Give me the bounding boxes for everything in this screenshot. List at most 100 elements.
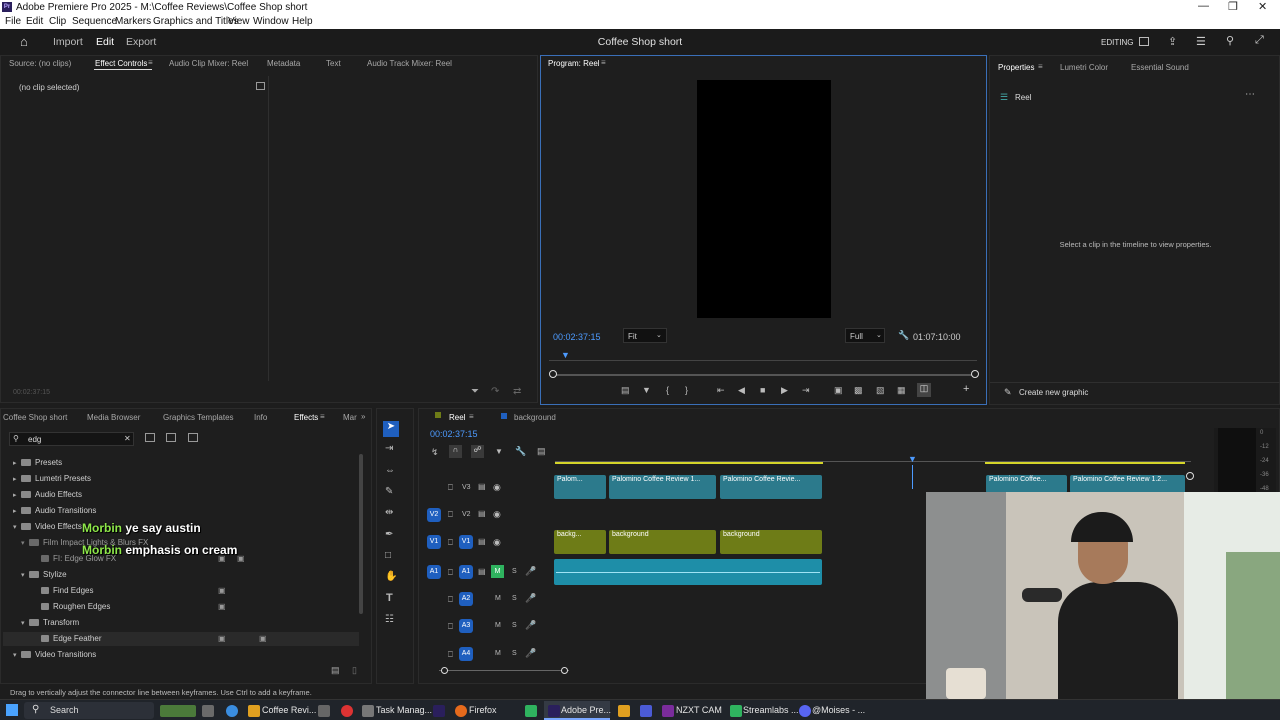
lock-icon[interactable]: ⎕ xyxy=(448,538,453,548)
lock-icon[interactable]: ⎕ xyxy=(448,650,453,660)
tab-metadata[interactable]: Metadata xyxy=(267,59,300,68)
zoom-handle-right[interactable] xyxy=(561,667,568,674)
search-icon[interactable]: ⚲ xyxy=(1226,34,1234,47)
create-new-graphic-button[interactable]: Create new graphic xyxy=(1019,388,1088,397)
clear-search-icon[interactable]: ✕ xyxy=(124,434,131,443)
mic-icon[interactable]: 🎤 xyxy=(525,620,536,631)
zoom-handle-right[interactable] xyxy=(971,370,979,378)
tab-info[interactable]: Info xyxy=(254,413,267,422)
sync-lock-icon[interactable]: ▤ xyxy=(478,509,486,518)
tab-program[interactable]: Program: Reel xyxy=(548,59,600,68)
tab-source[interactable]: Source: (no clips) xyxy=(9,59,71,68)
tab-audio-clip-mixer[interactable]: Audio Clip Mixer: Reel xyxy=(169,59,248,68)
camera-icon[interactable]: ▣ xyxy=(834,385,843,396)
app-icon[interactable] xyxy=(318,705,330,717)
more-tabs-icon[interactable]: » xyxy=(361,412,365,421)
panel-menu-icon[interactable]: ≡ xyxy=(320,412,325,421)
tree-item-audio-transitions[interactable]: ▸ Audio Transitions xyxy=(13,506,96,515)
step-forward-icon[interactable]: ▶ xyxy=(781,385,788,396)
taskbar-item-coffee-reviews[interactable]: Coffee Revi... xyxy=(262,705,316,715)
folder-icon[interactable] xyxy=(248,705,260,717)
tree-item-roughen-edges[interactable]: Roughen Edges xyxy=(41,602,110,611)
solo-button[interactable]: S xyxy=(512,595,517,602)
step-back-icon[interactable]: ◀ xyxy=(738,385,745,396)
export-frame-icon[interactable]: ↷ xyxy=(491,386,499,397)
tab-markers[interactable]: Mar xyxy=(343,413,357,422)
track-label-v1[interactable]: V1 xyxy=(459,535,473,549)
resolution-dropdown[interactable]: Full ⌄ xyxy=(845,328,885,343)
video-preview[interactable] xyxy=(697,80,831,318)
taskbar-item-task-manager[interactable]: Task Manag... xyxy=(376,705,432,715)
accelerated-effects-icon[interactable] xyxy=(145,433,155,442)
menu-file[interactable]: File xyxy=(5,16,21,27)
proxy-toggle-icon[interactable]: ◫ xyxy=(917,383,931,397)
track-label-a1[interactable]: A1 xyxy=(459,565,473,579)
share-icon[interactable]: ⇪ xyxy=(1168,35,1177,48)
workspaces-icon[interactable] xyxy=(1139,37,1149,46)
taskbar-item-nzxt-cam[interactable]: NZXT CAM xyxy=(676,705,722,715)
eye-icon[interactable]: ◉ xyxy=(493,482,501,493)
tree-item-video-effects[interactable]: ▾ Video Effects xyxy=(13,522,82,531)
lift-icon[interactable]: ▤ xyxy=(621,385,630,396)
ripple-edit-tool-icon[interactable]: ⇔ xyxy=(385,465,395,476)
app-icon[interactable] xyxy=(525,705,537,717)
snap-icon[interactable]: ∩ xyxy=(449,445,462,458)
close-window-button[interactable]: ✕ xyxy=(1258,0,1267,13)
overwrite-icon[interactable]: ▧ xyxy=(876,385,885,396)
linked-selection-icon[interactable]: ☍ xyxy=(471,445,484,458)
mute-button[interactable]: M xyxy=(495,622,501,629)
tree-item-transform[interactable]: ▾ Transform xyxy=(21,618,79,627)
go-to-in-icon[interactable]: ⇤ xyxy=(717,385,725,396)
app-icon[interactable] xyxy=(640,705,652,717)
clip-v1[interactable]: background xyxy=(720,530,822,554)
clip-v3[interactable]: Palomino Coffee... xyxy=(986,475,1067,493)
program-timecode[interactable]: 00:02:37:15 xyxy=(553,332,601,342)
tree-item-find-edges[interactable]: Find Edges xyxy=(41,586,93,595)
timeline-ruler[interactable] xyxy=(555,453,1191,464)
timeline-playhead[interactable]: ▼ xyxy=(908,454,917,464)
lock-icon[interactable]: ⎕ xyxy=(448,483,453,493)
task-manager-icon[interactable] xyxy=(362,705,374,717)
menu-sequence[interactable]: Sequence xyxy=(72,16,117,27)
panel-menu-icon[interactable]: ≡ xyxy=(148,58,153,67)
export-frame-icon[interactable]: ▦ xyxy=(897,385,906,396)
scroll-handle[interactable] xyxy=(1186,472,1194,480)
yuv-effects-icon[interactable] xyxy=(188,433,198,442)
rectangle-tool-icon[interactable]: □ xyxy=(385,550,391,561)
sync-lock-icon[interactable]: ▤ xyxy=(478,537,486,546)
tree-item-audio-effects[interactable]: ▸ Audio Effects xyxy=(13,490,82,499)
panel-menu-icon[interactable]: ≡ xyxy=(469,412,474,421)
delete-icon[interactable]: ▯ xyxy=(352,665,357,676)
clip-v3[interactable]: Palomino Coffee Review 1.2... xyxy=(1070,475,1185,493)
create-graphic-icon[interactable]: ✎ xyxy=(1004,387,1012,398)
minimize-button[interactable]: — xyxy=(1198,0,1209,12)
scrollbar[interactable] xyxy=(359,454,363,614)
tree-item-stylize[interactable]: ▾ Stylize xyxy=(21,570,67,579)
tab-reel[interactable]: Reel xyxy=(449,413,465,422)
premiere-icon[interactable] xyxy=(548,705,560,717)
taskbar-search[interactable]: ⚲ Search xyxy=(24,702,154,719)
lock-icon[interactable]: ⎕ xyxy=(448,510,453,520)
menu-graphics-titles[interactable]: Graphics and Titles xyxy=(153,16,239,27)
timeline-zoom-scrollbar[interactable] xyxy=(439,670,569,671)
track-select-tool-icon[interactable]: ⇥ xyxy=(385,443,393,454)
zoom-scroll-bar[interactable] xyxy=(551,374,975,376)
tab-lumetri-color[interactable]: Lumetri Color xyxy=(1060,63,1108,72)
tab-audio-track-mixer[interactable]: Audio Track Mixer: Reel xyxy=(367,59,452,68)
nest-icon[interactable]: ↯ xyxy=(431,447,439,458)
tree-item-presets[interactable]: ▸ Presets xyxy=(13,458,62,467)
track-label-a3[interactable]: A3 xyxy=(459,619,473,633)
solo-button[interactable]: S xyxy=(512,568,517,575)
add-button-icon[interactable]: + xyxy=(963,383,969,395)
menu-window[interactable]: Window xyxy=(253,16,289,27)
lock-icon[interactable]: ⎕ xyxy=(448,568,453,578)
tab-background[interactable]: background xyxy=(514,413,556,422)
clip-v3[interactable]: Palomino Coffee Review 1... xyxy=(609,475,716,499)
chrome-icon[interactable] xyxy=(226,705,238,717)
clip-v3[interactable]: Palom... xyxy=(554,475,606,499)
go-to-out-icon[interactable]: ⇥ xyxy=(802,385,810,396)
tab-graphics-templates[interactable]: Graphics Templates xyxy=(163,413,234,422)
tab-media-browser[interactable]: Media Browser xyxy=(87,413,140,422)
mark-in-icon[interactable]: { xyxy=(666,385,669,395)
lock-icon[interactable]: ⎕ xyxy=(448,595,453,605)
